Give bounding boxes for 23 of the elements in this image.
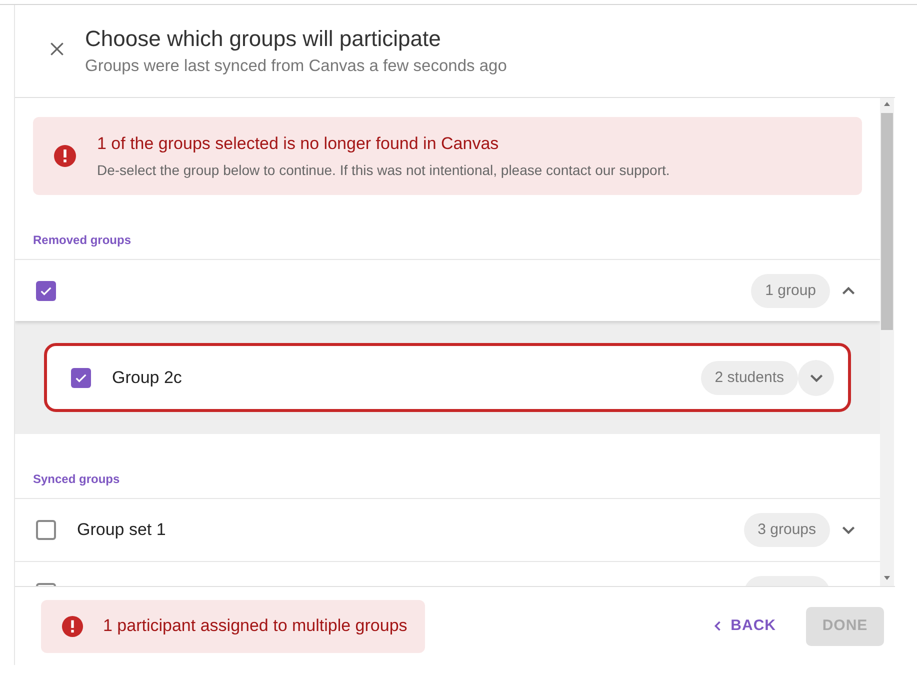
dialog-subtitle: Groups were last synced from Canvas a few seconds ago (85, 56, 507, 77)
back-button[interactable]: BACK (704, 606, 782, 646)
group-name: Group 2c (112, 366, 183, 389)
count-badge: 3 groups (744, 513, 830, 547)
chevron-down-icon (842, 526, 854, 534)
error-icon (61, 614, 84, 638)
chevron-down-icon (810, 374, 822, 382)
count-badge: 1 group (751, 274, 830, 308)
checkbox[interactable] (36, 520, 56, 540)
group-set-name: Group set 1 (77, 519, 167, 542)
scrollbar[interactable] (880, 98, 894, 586)
count-badge: 2 students (700, 360, 798, 394)
chevron-up-icon (842, 286, 854, 294)
error-title: 1 of the groups selected is no longer found in Canvas (97, 133, 500, 155)
error-icon (53, 144, 77, 168)
checkbox[interactable] (36, 280, 56, 300)
section-heading: Synced groups (32, 471, 121, 488)
checkbox[interactable] (71, 368, 91, 388)
section-heading: Removed groups (32, 232, 132, 249)
dialog-title: Choose which groups will participate (85, 25, 442, 53)
error-message: De-select the group below to continue. If this was not intentional, please contact our support. (97, 161, 670, 179)
warning-text: 1 participant assigned to multiple groups (103, 615, 408, 638)
expand-button[interactable] (798, 360, 834, 396)
